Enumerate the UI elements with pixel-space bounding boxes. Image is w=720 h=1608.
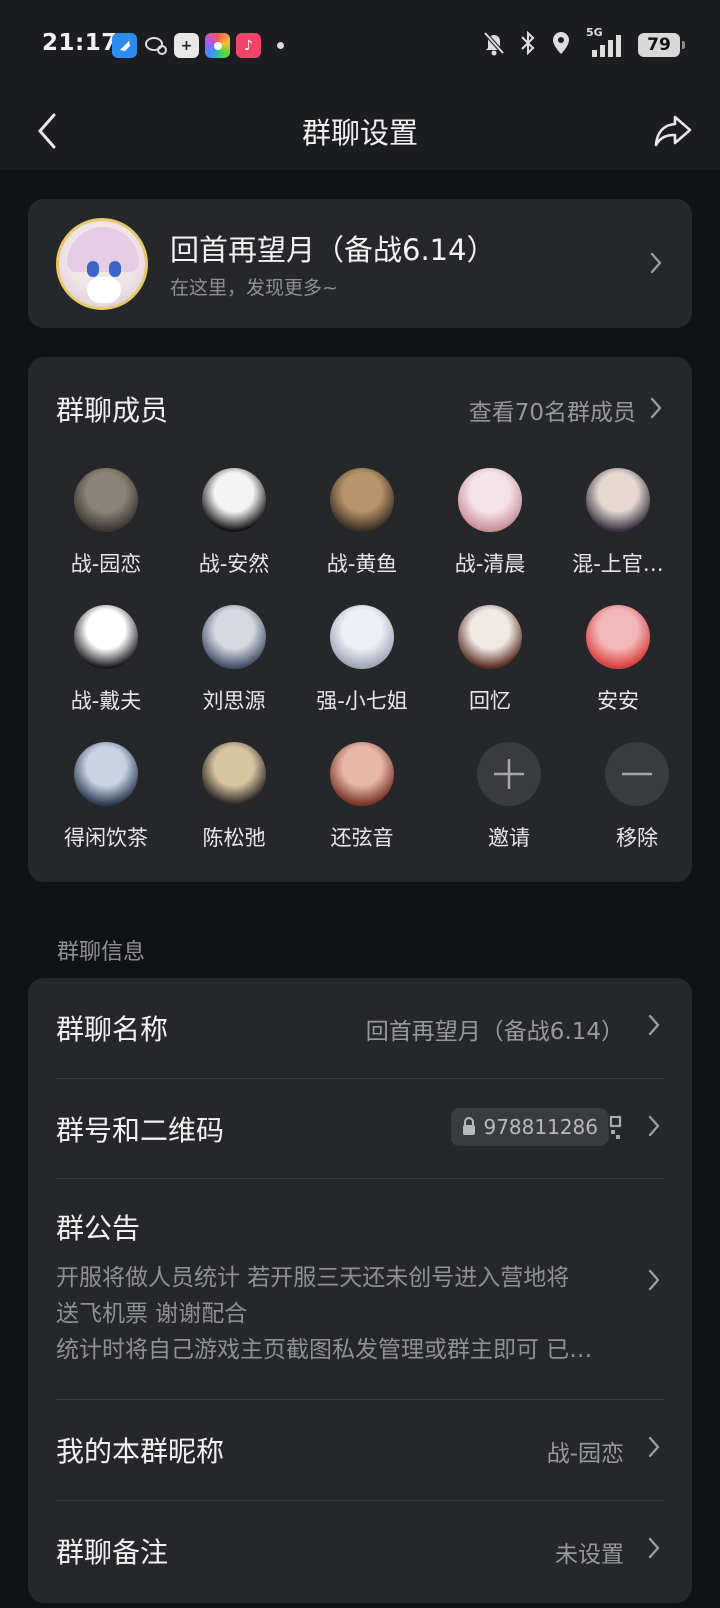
- notice-line: 开服将做人员统计 若开服三天还未创号进入营地将: [56, 1265, 570, 1291]
- member-name: 回忆: [469, 689, 511, 713]
- member-name: 强-小七姐: [316, 689, 408, 713]
- group-notice-label: 群公告: [56, 1212, 141, 1245]
- minus-icon: [605, 742, 669, 806]
- member-avatar: [586, 605, 650, 669]
- member-name: 混-上官…: [572, 552, 664, 576]
- status-time: 21:17: [42, 30, 118, 56]
- member-avatar: [458, 468, 522, 532]
- notification-dot: [277, 42, 284, 49]
- member-item[interactable]: 强-小七姐: [298, 605, 426, 725]
- member-name: 得闲饮茶: [64, 826, 148, 850]
- title-bar: 群聊设置: [0, 92, 720, 170]
- notice-line: 送飞机票 谢谢配合: [56, 1301, 248, 1327]
- member-item[interactable]: 得闲饮茶: [42, 742, 170, 862]
- member-avatar: [330, 742, 394, 806]
- member-avatar: [330, 468, 394, 532]
- member-item[interactable]: 还弦音: [298, 742, 426, 862]
- member-item[interactable]: 战-安然: [170, 468, 298, 588]
- member-item[interactable]: 战-黄鱼: [298, 468, 426, 588]
- chevron-right-icon: [644, 1265, 664, 1295]
- member-avatar: [202, 742, 266, 806]
- share-icon: [654, 115, 692, 147]
- member-name: 安安: [597, 689, 639, 713]
- member-avatar: [458, 605, 522, 669]
- member-item[interactable]: 战-清晨: [426, 468, 554, 588]
- plus-icon: [477, 742, 541, 806]
- member-avatar: [74, 605, 138, 669]
- member-name: 战-黄鱼: [326, 552, 398, 576]
- group-id-badge[interactable]: 978811286: [451, 1108, 608, 1146]
- chevron-right-icon: [644, 1432, 664, 1462]
- chevron-right-icon: [644, 1111, 664, 1141]
- member-avatar: [330, 605, 394, 669]
- member-item[interactable]: 刘思源: [170, 605, 298, 725]
- group-profile-card[interactable]: 回首再望月（备战6.14） 在这里，发现更多~: [28, 199, 692, 328]
- group-avatar: [56, 218, 148, 310]
- blue-app-icon: [112, 33, 137, 58]
- members-title: 群聊成员: [56, 394, 169, 427]
- member-item[interactable]: 回忆: [426, 605, 554, 725]
- group-name-value: 回首再望月（备战6.14）: [365, 1019, 624, 1045]
- share-button[interactable]: [648, 106, 698, 156]
- member-avatar: [586, 468, 650, 532]
- plus-box-icon: +: [174, 33, 199, 58]
- member-name: 还弦音: [330, 826, 394, 850]
- group-id-value: 978811286: [483, 1115, 598, 1139]
- group-subtitle: 在这里，发现更多~: [170, 277, 338, 299]
- chevron-right-icon: [646, 248, 666, 278]
- lock-icon: [463, 1117, 476, 1135]
- signal-icon: 5G: [586, 26, 624, 58]
- member-name: 战-清晨: [454, 552, 526, 576]
- chevron-right-icon: [646, 393, 666, 423]
- members-card: 群聊成员 查看70名群成员 战-园恋 战-安然 战-黄鱼 战-清晨 混-上官… 战-戴夫 刘…: [28, 357, 692, 882]
- section-title-group-info: 群聊信息: [57, 940, 146, 965]
- status-app-icons: + ♪: [112, 33, 284, 58]
- member-avatar: [74, 742, 138, 806]
- my-nickname-row[interactable]: 我的本群昵称 战-园恋: [56, 1400, 664, 1500]
- group-remark-row[interactable]: 群聊备注 未设置: [56, 1501, 664, 1601]
- member-item[interactable]: 陈松弛: [170, 742, 298, 862]
- group-id-label: 群号和二维码: [56, 1114, 225, 1147]
- my-nickname-value: 战-园恋: [546, 1441, 624, 1467]
- group-remark-value: 未设置: [555, 1542, 624, 1568]
- invite-member-button[interactable]: 邀请: [445, 742, 573, 862]
- location-icon: [550, 30, 572, 60]
- group-name-label: 群聊名称: [56, 1013, 169, 1046]
- remove-label: 移除: [616, 826, 658, 850]
- member-name: 战-戴夫: [70, 689, 142, 713]
- remove-member-button[interactable]: 移除: [573, 742, 701, 862]
- group-notice-text: 开服将做人员统计 若开服三天还未创号进入营地将 送飞机票 谢谢配合 统计时将自己…: [56, 1260, 636, 1368]
- invite-label: 邀请: [488, 826, 530, 850]
- bell-off-icon: [482, 30, 506, 60]
- battery-indicator: 79: [638, 33, 685, 57]
- member-name: 陈松弛: [202, 826, 266, 850]
- view-all-members-link[interactable]: 查看70名群成员: [469, 393, 636, 427]
- chevron-right-icon: [644, 1533, 664, 1563]
- chat-icon: [143, 33, 168, 58]
- chevron-right-icon: [644, 1010, 664, 1040]
- colorful-app-icon: [205, 33, 230, 58]
- status-indicators: 5G 79: [482, 26, 685, 60]
- group-name-row[interactable]: 群聊名称 回首再望月（备战6.14）: [56, 978, 664, 1078]
- member-name: 战-安然: [198, 552, 270, 576]
- my-nickname-label: 我的本群昵称: [56, 1435, 225, 1468]
- music-icon: ♪: [236, 33, 261, 58]
- member-item[interactable]: 混-上官…: [554, 468, 682, 588]
- member-item[interactable]: 战-戴夫: [42, 605, 170, 725]
- member-name: 刘思源: [202, 689, 266, 713]
- page-title: 群聊设置: [301, 116, 418, 150]
- member-avatar: [202, 605, 266, 669]
- status-bar: 21:17 + ♪ 5G 79: [0, 0, 720, 92]
- member-item[interactable]: 战-园恋: [42, 468, 170, 588]
- bluetooth-icon: [520, 30, 536, 60]
- member-name: 战-园恋: [70, 552, 142, 576]
- member-avatar: [74, 468, 138, 532]
- notice-line: 统计时将自己游戏主页截图私发管理或群主即可 已…: [56, 1337, 593, 1363]
- network-type-label: 5G: [586, 26, 603, 39]
- group-name: 回首再望月（备战6.14）: [170, 233, 496, 267]
- member-item[interactable]: 安安: [554, 605, 682, 725]
- group-remark-label: 群聊备注: [56, 1536, 169, 1569]
- member-avatar: [202, 468, 266, 532]
